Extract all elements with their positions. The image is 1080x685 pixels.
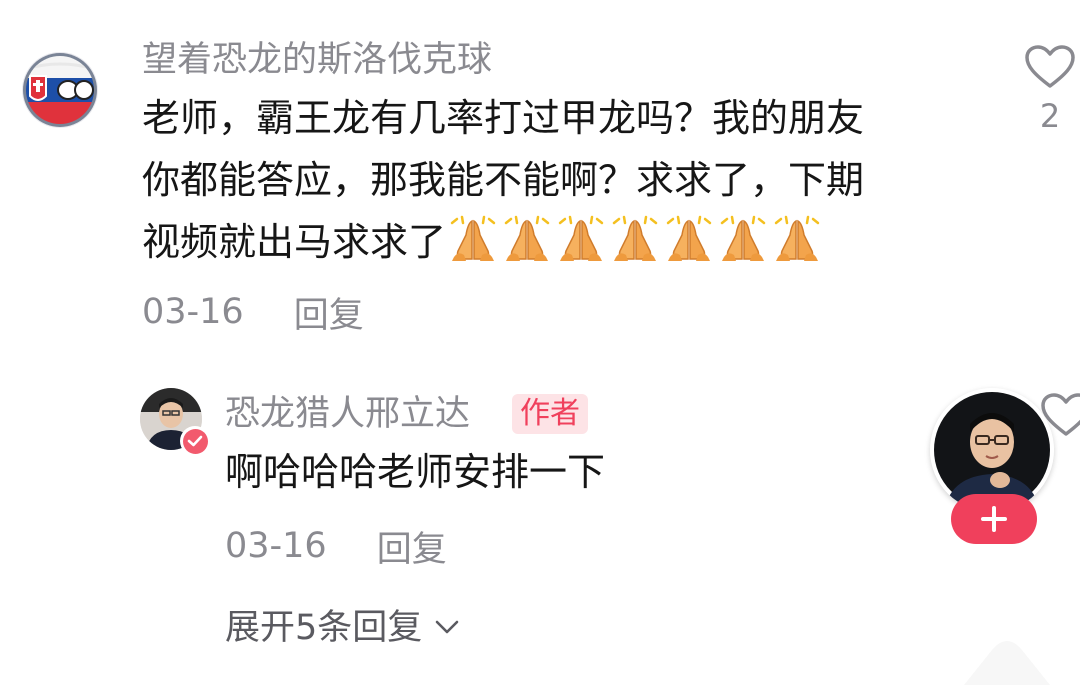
reply-date: 03-16 <box>225 526 327 566</box>
emoji-row <box>448 215 826 261</box>
folded-hands-emoji <box>720 215 766 261</box>
author-avatar[interactable] <box>140 388 212 460</box>
commenter-avatar[interactable] <box>22 52 98 128</box>
comment-text-line-3: 视频就出马求求了 <box>142 214 826 271</box>
expand-replies-button[interactable]: 展开5条回复 <box>225 601 460 648</box>
folded-hands-emoji <box>558 215 604 261</box>
comment-like-count: 2 <box>1039 97 1061 135</box>
follow-button[interactable] <box>951 494 1037 544</box>
commenter-username[interactable]: 望着恐龙的斯洛伐克球 <box>142 40 492 80</box>
author-badge: 作者 <box>512 394 588 434</box>
comment-text-line-1: 老师，霸王龙有几率打过甲龙吗？我的朋友 <box>142 96 865 140</box>
folded-hands-emoji <box>504 215 550 261</box>
comment-text-line-3-text: 视频就出马求求了 <box>142 220 447 264</box>
comment-like-button[interactable]: 2 <box>1020 44 1080 144</box>
reply-reply-button[interactable]: 回复 <box>377 521 447 572</box>
folded-hands-emoji <box>774 215 820 261</box>
chevron-down-icon <box>434 604 460 644</box>
folded-hands-emoji <box>666 215 712 261</box>
comment-text-line-2: 你都能答应，那我能不能啊？求求了，下期 <box>142 158 865 202</box>
comment-thread: 望着恐龙的斯洛伐克球 老师，霸王龙有几率打过甲龙吗？我的朋友 你都能答应，那我能… <box>0 0 1080 685</box>
folded-hands-emoji <box>450 215 496 261</box>
plus-icon <box>981 506 1007 532</box>
comment-reply-button[interactable]: 回复 <box>294 287 364 338</box>
heart-icon <box>1025 45 1075 88</box>
author-username[interactable]: 恐龙猎人邢立达 <box>225 394 470 434</box>
reply-text: 啊哈哈哈老师安排一下 <box>225 450 606 494</box>
comment-meta: 03-16 回复 <box>142 290 364 336</box>
checkmark-icon <box>187 435 203 447</box>
verified-badge <box>180 426 210 456</box>
reply-meta: 03-16 回复 <box>225 524 447 570</box>
slovakia-ball-icon <box>23 53 97 127</box>
scroll-hint-shape <box>964 641 1050 685</box>
folded-hands-emoji <box>612 215 658 261</box>
comment-date: 03-16 <box>142 292 244 332</box>
expand-replies-label: 展开5条回复 <box>225 607 423 648</box>
